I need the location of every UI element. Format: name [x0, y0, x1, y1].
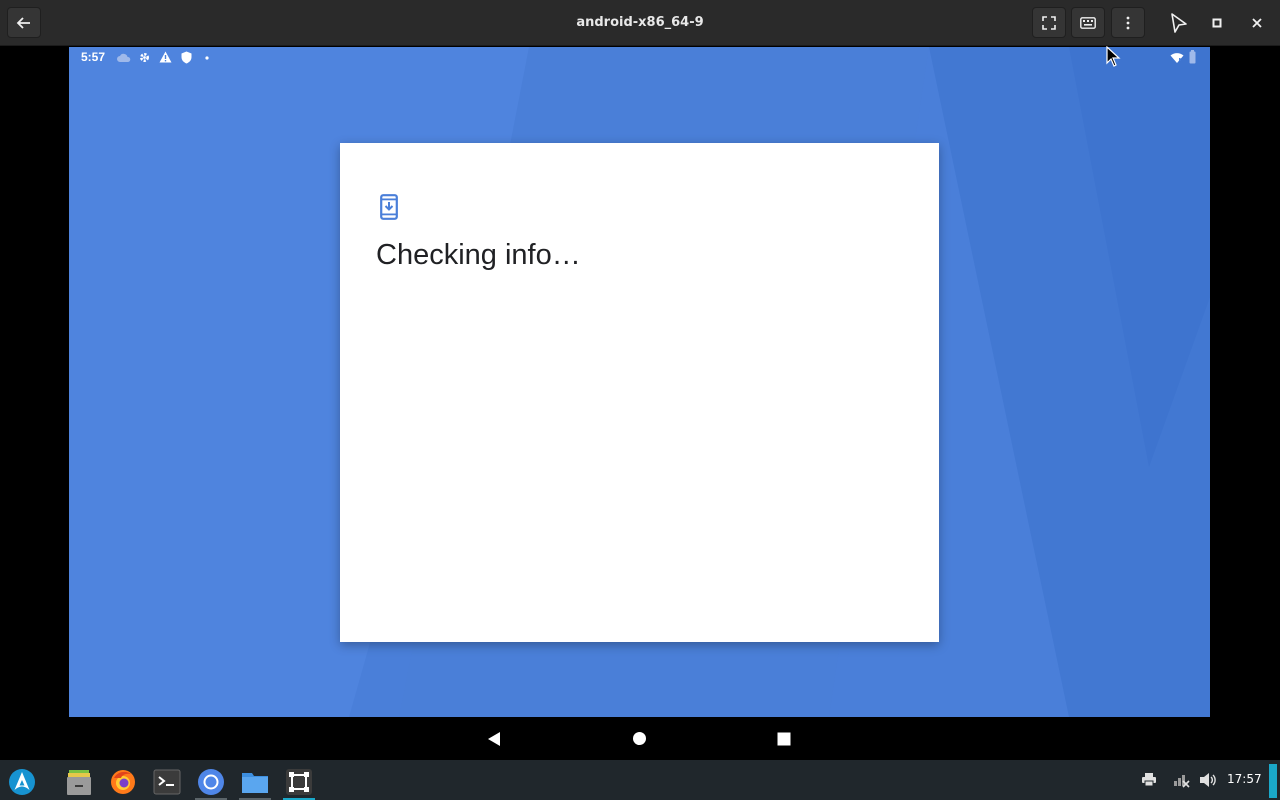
battery-icon — [1189, 50, 1196, 64]
show-desktop-button[interactable] — [1269, 764, 1277, 798]
pointer-mode-button[interactable] — [1162, 7, 1196, 38]
taskbar-folder[interactable] — [236, 764, 274, 800]
menu-button[interactable] — [1111, 7, 1145, 38]
network-disconnected-icon[interactable] — [1172, 772, 1190, 788]
cursor-icon — [1171, 12, 1187, 33]
taskbar-chromium[interactable] — [192, 764, 230, 800]
close-button[interactable] — [1240, 7, 1274, 38]
taskbar-screenshot-tool[interactable] — [280, 764, 318, 800]
notification-dot-icon — [205, 56, 209, 60]
arch-logo-icon — [9, 769, 35, 795]
terminal-icon — [153, 769, 181, 795]
close-icon — [1252, 17, 1262, 28]
system-update-icon — [380, 194, 398, 220]
nav-back-button[interactable] — [487, 731, 501, 747]
cloud-icon — [117, 53, 131, 62]
dialog-title: Checking info… — [376, 239, 581, 271]
arrow-left-icon — [16, 16, 30, 29]
app-launcher-button[interactable] — [3, 764, 41, 800]
status-time: 5:57 — [81, 50, 106, 64]
volume-icon[interactable] — [1199, 772, 1217, 788]
taskbar-files-manager[interactable] — [60, 764, 98, 800]
taskbar-terminal[interactable] — [148, 764, 186, 800]
taskbar-firefox[interactable] — [104, 764, 142, 800]
file-cabinet-icon — [67, 770, 91, 795]
wifi-icon — [1170, 53, 1184, 63]
mouse-pointer-icon — [1106, 46, 1121, 67]
maximize-icon — [1212, 18, 1222, 27]
keyboard-button[interactable] — [1071, 7, 1105, 38]
folder-icon — [242, 773, 268, 793]
window-titlebar: android-x86_64-9 — [0, 0, 1280, 46]
checking-info-dialog: Checking info… — [340, 143, 939, 642]
printer-icon[interactable] — [1141, 772, 1157, 787]
more-vertical-icon — [1126, 16, 1130, 29]
keyboard-icon — [1080, 16, 1096, 29]
shield-icon — [181, 51, 192, 64]
android-screen[interactable]: 5:57 Checking info… — [69, 47, 1210, 717]
fullscreen-button[interactable] — [1032, 7, 1066, 38]
fullscreen-icon — [1042, 15, 1056, 30]
back-button[interactable] — [7, 7, 41, 38]
nav-recents-button[interactable] — [777, 732, 791, 746]
maximize-button[interactable] — [1200, 7, 1234, 38]
desktop-taskbar: 17:57 — [0, 760, 1280, 800]
nav-home-button[interactable] — [632, 731, 647, 746]
firefox-icon — [111, 770, 135, 794]
settings-icon — [139, 52, 150, 63]
android-nav-bar — [0, 717, 1280, 760]
warning-icon — [159, 51, 172, 63]
screenshot-tool-icon — [286, 769, 312, 795]
tray-clock[interactable]: 17:57 — [1227, 772, 1262, 786]
android-status-bar: 5:57 — [69, 47, 1210, 69]
chromium-icon — [198, 769, 224, 795]
